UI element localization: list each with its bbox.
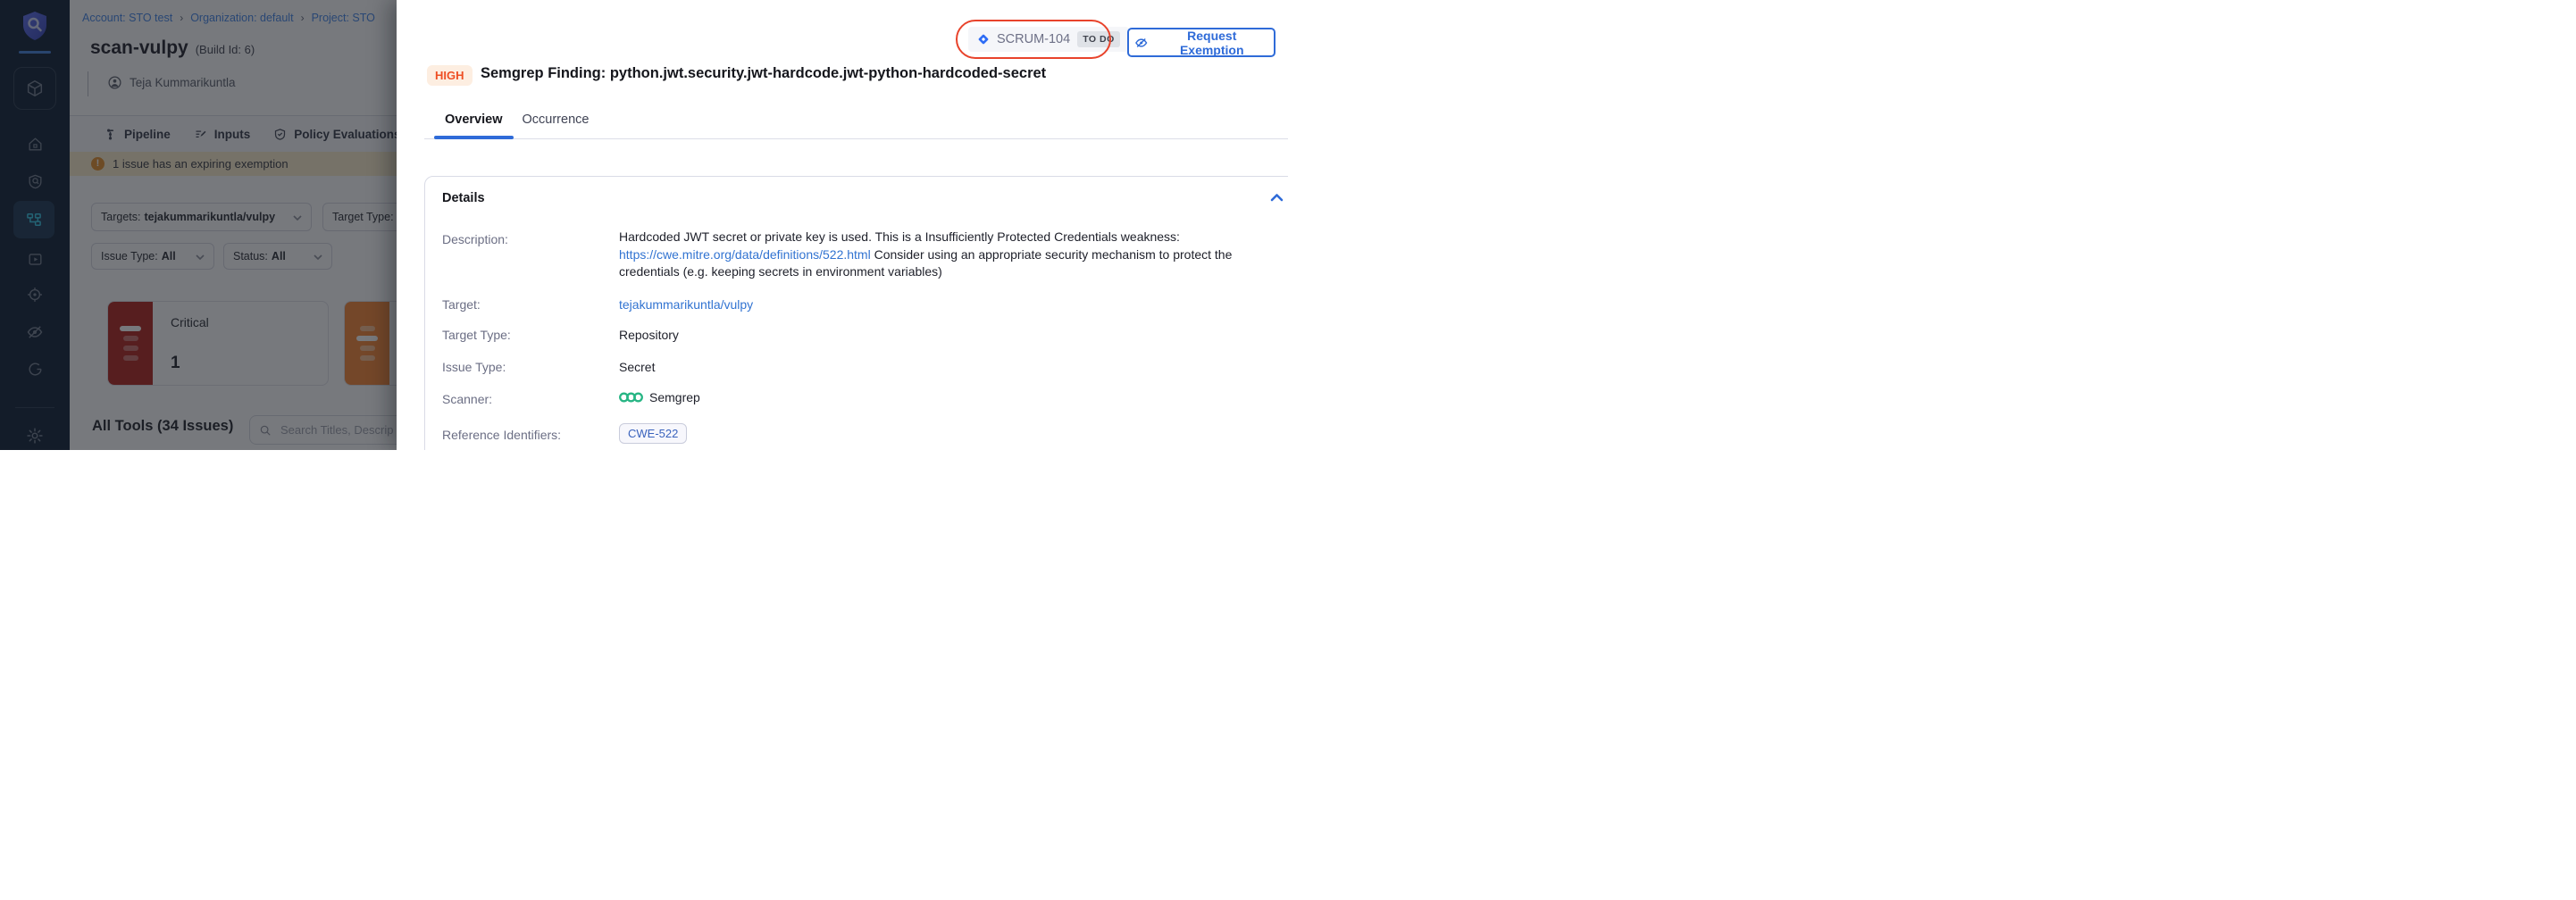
scanner-name: Semgrep xyxy=(649,390,700,404)
red-annotation-box xyxy=(956,20,1111,59)
details-card: Details Description: Hardcoded JWT secre… xyxy=(424,176,1288,450)
request-exemption-label: Request Exemption xyxy=(1155,29,1268,57)
tab-overview[interactable]: Overview xyxy=(445,112,503,127)
panel-tabs: Overview Occurrence xyxy=(445,112,589,127)
target-type-value: Repository xyxy=(619,328,679,342)
description-label: Description: xyxy=(442,232,508,246)
tab-occurrence[interactable]: Occurrence xyxy=(523,112,590,127)
active-tab-indicator xyxy=(434,136,514,139)
tabs-divider xyxy=(424,138,1288,139)
issue-type-label: Issue Type: xyxy=(442,360,506,374)
reference-identifiers-value: CWE-522 xyxy=(619,423,687,444)
details-heading: Details xyxy=(442,191,485,205)
target-label: Target: xyxy=(442,297,481,312)
issue-type-value: Secret xyxy=(619,360,655,374)
scanner-label: Scanner: xyxy=(442,392,492,406)
cwe-definition-link[interactable]: https://cwe.mitre.org/data/definitions/5… xyxy=(619,247,871,262)
cwe-badge[interactable]: CWE-522 xyxy=(619,423,687,444)
target-link[interactable]: tejakummarikuntla/vulpy xyxy=(619,297,753,312)
target-type-label: Target Type: xyxy=(442,328,511,342)
scanner-value: Semgrep xyxy=(619,390,700,404)
description-text: Hardcoded JWT secret or private key is u… xyxy=(619,229,1180,244)
modal-scrim[interactable] xyxy=(0,0,397,450)
eye-off-icon xyxy=(1134,36,1148,50)
request-exemption-button[interactable]: Request Exemption xyxy=(1127,28,1275,57)
finding-title: Semgrep Finding: python.jwt.security.jwt… xyxy=(481,65,1046,82)
severity-badge: HIGH xyxy=(427,65,473,86)
finding-detail-panel: SCRUM-104 TO DO Request Exemption HIGH S… xyxy=(397,0,1288,450)
semgrep-logo-icon xyxy=(619,391,643,404)
collapse-chevron-up-icon[interactable] xyxy=(1270,190,1284,206)
reference-identifiers-label: Reference Identifiers: xyxy=(442,428,561,442)
app-root: Account: STO test › Organization: defaul… xyxy=(0,0,1288,450)
description-value: Hardcoded JWT secret or private key is u… xyxy=(619,229,1251,281)
target-value: tejakummarikuntla/vulpy xyxy=(619,297,753,312)
